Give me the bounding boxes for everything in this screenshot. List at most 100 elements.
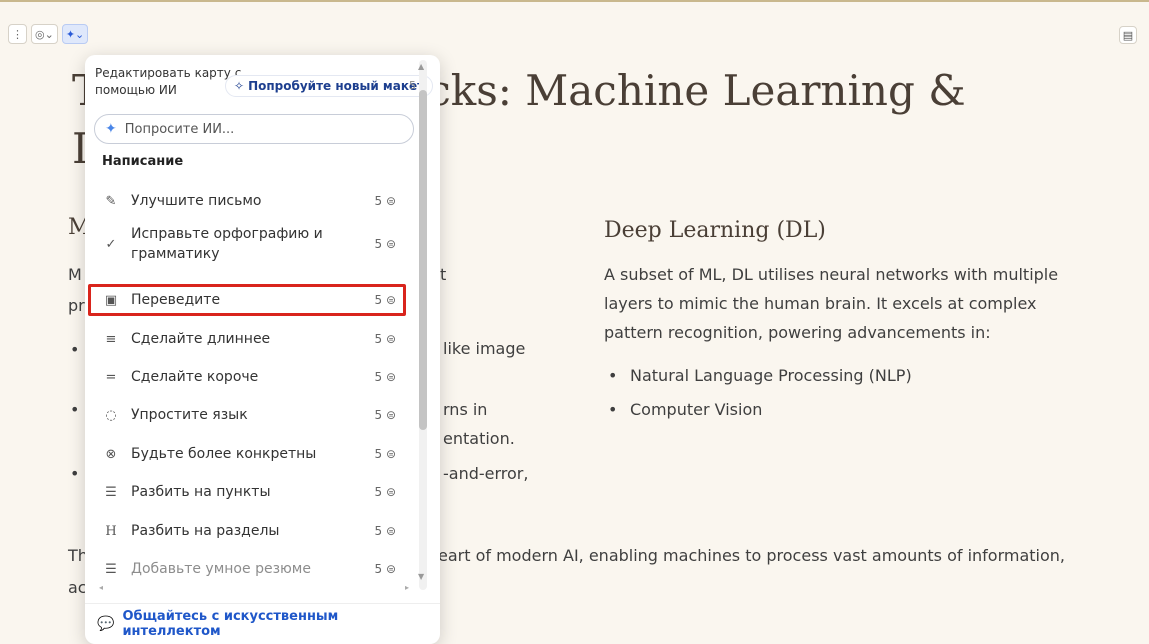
credits-icon: ⊜ <box>385 524 396 538</box>
bullet-dot: • <box>70 400 80 419</box>
scrollbar-thumb[interactable] <box>419 90 427 430</box>
chat-with-ai-label: Общайтесь с искусственным интеллектом <box>122 609 339 639</box>
menu-item-smart-summary[interactable]: ☰ Добавьте умное резюме 5 ⊜ <box>95 559 400 579</box>
credits-icon: ⊜ <box>385 237 396 251</box>
horizontal-scrollbar[interactable]: ◂ ▸ <box>99 583 409 595</box>
translate-highlight-box <box>88 284 406 316</box>
bullet-dot: • <box>70 464 80 483</box>
credit-cost: 5 ⊜ <box>360 370 400 384</box>
chat-icon: 💬 <box>97 616 115 632</box>
credit-cost: 5 ⊜ <box>360 562 400 576</box>
menu-item-be-specific[interactable]: ⊗ Будьте более конкретны 5 ⊜ <box>95 444 400 464</box>
ask-ai-placeholder: Попросите ИИ... <box>124 121 235 137</box>
card-toolbar: ⋮ ◎ ⌄ ✦ ⌄ <box>8 24 89 44</box>
cost-value: 5 <box>374 447 383 461</box>
menu-item-label: Разбить на пункты <box>131 484 271 500</box>
sparkle-icon: ✦ <box>105 121 117 137</box>
credits-icon: ⊜ <box>385 562 396 576</box>
ai-edit-button[interactable]: ✦ ⌄ <box>61 24 89 44</box>
cost-value: 5 <box>374 408 383 422</box>
popup-scrollbar[interactable]: ▲ ▼ <box>415 60 429 590</box>
top-border <box>0 0 1149 2</box>
cost-value: 5 <box>374 332 383 346</box>
list-item: Computer Vision <box>604 393 912 427</box>
credit-cost: 5 ⊜ <box>360 332 400 346</box>
list-item: Natural Language Processing (NLP) <box>604 359 912 393</box>
credits-icon: ⊜ <box>385 194 396 208</box>
menu-item-fix-spelling[interactable]: ✓ Исправьте орфографию и грамматику 5 ⊜ <box>95 221 400 267</box>
bullet-list-icon: ☰ <box>105 484 117 500</box>
menu-item-label: Улучшите письмо <box>131 193 262 209</box>
ask-ai-input[interactable]: ✦ Попросите ИИ... <box>94 114 414 144</box>
palette-icon: ◎ <box>35 27 45 41</box>
menu-item-split-sections[interactable]: H Разбить на разделы 5 ⊜ <box>95 521 400 541</box>
ai-edit-popup: Редактировать карту с помощью ИИ ✧ Попро… <box>85 55 440 644</box>
scroll-up-icon[interactable]: ▲ <box>418 62 424 71</box>
chevron-down-icon: ⌄ <box>44 27 54 41</box>
menu-item-simplify[interactable]: ◌ Упростите язык 5 ⊜ <box>95 405 400 425</box>
target-icon: ⊗ <box>105 446 117 462</box>
bottom-fragment: ac <box>68 578 87 597</box>
theme-button[interactable]: ◎ ⌄ <box>31 24 58 44</box>
left-bullet-fragment: -and-error, <box>443 464 529 483</box>
scroll-right-icon[interactable]: ▸ <box>405 583 409 592</box>
right-heading: Deep Learning (DL) <box>604 218 826 243</box>
cost-value: 5 <box>374 524 383 538</box>
kebab-icon: ⋮ <box>12 27 23 41</box>
credit-cost: 5 ⊜ <box>360 485 400 499</box>
left-para-fragment: M <box>68 265 82 284</box>
left-bullet-fragment: rns in <box>443 400 488 419</box>
try-new-layout-label: Попробуйте новый макет <box>248 79 425 93</box>
bottom-fragment: eart of modern AI, enabling machines to … <box>438 546 1066 565</box>
lines-icon: ≡ <box>105 331 117 347</box>
scroll-down-icon[interactable]: ▼ <box>418 572 424 581</box>
summary-icon: ☰ <box>105 561 117 577</box>
chat-with-ai-button[interactable]: 💬 Общайтесь с искусственным интеллектом <box>85 603 440 644</box>
heading-icon: H <box>105 523 117 539</box>
credit-cost: 5 ⊜ <box>360 194 400 208</box>
menu-item-label: Исправьте орфографию и грамматику <box>131 226 323 262</box>
scroll-left-icon[interactable]: ◂ <box>99 583 103 592</box>
menu-item-label: Добавьте умное резюме <box>131 561 311 577</box>
credits-icon: ⊜ <box>385 370 396 384</box>
sparkle-icon: ✧ <box>234 79 245 93</box>
check-icon: ✓ <box>105 236 117 252</box>
left-para-fragment: pr <box>68 296 85 315</box>
credit-cost: 5 ⊜ <box>360 524 400 538</box>
notes-icon[interactable]: ▤ <box>1119 26 1137 44</box>
pen-icon: ✎ <box>105 193 117 209</box>
menu-item-split-points[interactable]: ☰ Разбить на пункты 5 ⊜ <box>95 482 400 502</box>
credits-icon: ⊜ <box>385 332 396 346</box>
menu-item-make-shorter[interactable]: = Сделайте короче 5 ⊜ <box>95 367 400 387</box>
chevron-down-icon: ⌄ <box>75 27 85 41</box>
speech-bubble-icon: ◌ <box>105 407 117 423</box>
left-bullet-fragment: like image <box>443 339 526 358</box>
menu-item-label: Сделайте короче <box>131 369 259 385</box>
credits-icon: ⊜ <box>385 408 396 422</box>
menu-item-label: Разбить на разделы <box>131 523 280 539</box>
section-label: Написание <box>102 154 184 169</box>
credits-icon: ⊜ <box>385 485 396 499</box>
menu-item-label: Будьте более конкретны <box>131 446 317 462</box>
credit-cost: 5 ⊜ <box>360 447 400 461</box>
credit-cost: 5 ⊜ <box>360 237 400 251</box>
short-lines-icon: = <box>105 369 117 385</box>
try-new-layout-button[interactable]: ✧ Попробуйте новый макет <box>225 75 434 97</box>
sparkle-icon: ✦ <box>65 27 76 41</box>
menu-item-label: Упростите язык <box>131 407 248 423</box>
menu-item-label: Сделайте длиннее <box>131 331 271 347</box>
credits-icon: ⊜ <box>385 447 396 461</box>
card-menu-button[interactable]: ⋮ <box>8 24 27 44</box>
cost-value: 5 <box>374 485 383 499</box>
credit-cost: 5 ⊜ <box>360 408 400 422</box>
cost-value: 5 <box>374 237 383 251</box>
right-bullet-list: Natural Language Processing (NLP) Comput… <box>604 359 912 427</box>
cost-value: 5 <box>374 194 383 208</box>
cost-value: 5 <box>374 562 383 576</box>
cost-value: 5 <box>374 370 383 384</box>
bullet-dot: • <box>70 340 80 359</box>
left-para-fragment: t <box>440 265 447 284</box>
menu-item-make-longer[interactable]: ≡ Сделайте длиннее 5 ⊜ <box>95 329 400 349</box>
right-paragraph: A subset of ML, DL utilises neural netwo… <box>604 265 1059 342</box>
menu-item-improve-writing[interactable]: ✎ Улучшите письмо 5 ⊜ <box>95 191 400 211</box>
